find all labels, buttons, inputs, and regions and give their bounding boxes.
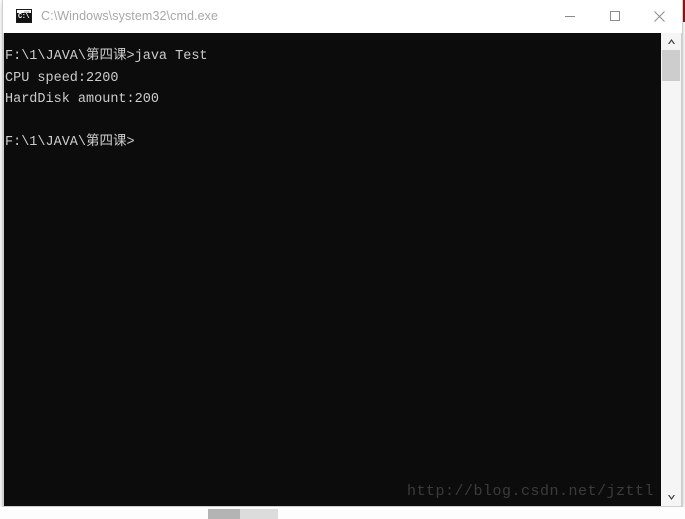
console-output-text: F:\1\JAVA\第四课>java Test CPU speed:2200 H…: [5, 49, 208, 150]
cmd-console-icon: ••• C:\: [16, 9, 32, 23]
scrollbar-thumb[interactable]: [662, 50, 680, 81]
vertical-scrollbar[interactable]: [660, 33, 681, 506]
scroll-up-arrow-icon[interactable]: [661, 33, 681, 50]
close-button[interactable]: [637, 0, 682, 32]
watermark-url: http://blog.csdn.net/jzttl: [406, 483, 654, 500]
desktop-strip-base: [0, 509, 685, 519]
desktop-strip-segment[interactable]: [208, 509, 240, 519]
scroll-down-arrow-icon[interactable]: [661, 489, 681, 506]
desktop-strip: [0, 507, 685, 519]
maximize-button[interactable]: [592, 0, 637, 32]
window-title: C:\Windows\system32\cmd.exe: [41, 9, 219, 23]
console-client-area: F:\1\JAVA\第四课>java Test CPU speed:2200 H…: [3, 33, 682, 507]
cmd-icon-prompt-glyph: C:\: [17, 13, 31, 22]
desktop-strip-segment-secondary[interactable]: [240, 509, 278, 519]
scrollbar-track[interactable]: [661, 50, 681, 489]
window-controls: [547, 0, 682, 32]
console-screen[interactable]: F:\1\JAVA\第四课>java Test CPU speed:2200 H…: [4, 33, 660, 506]
cmd-window: ••• C:\ C:\Windows\system32\cmd.exe F:\1…: [3, 0, 682, 507]
title-bar[interactable]: ••• C:\ C:\Windows\system32\cmd.exe: [3, 0, 682, 33]
minimize-button[interactable]: [547, 0, 592, 32]
